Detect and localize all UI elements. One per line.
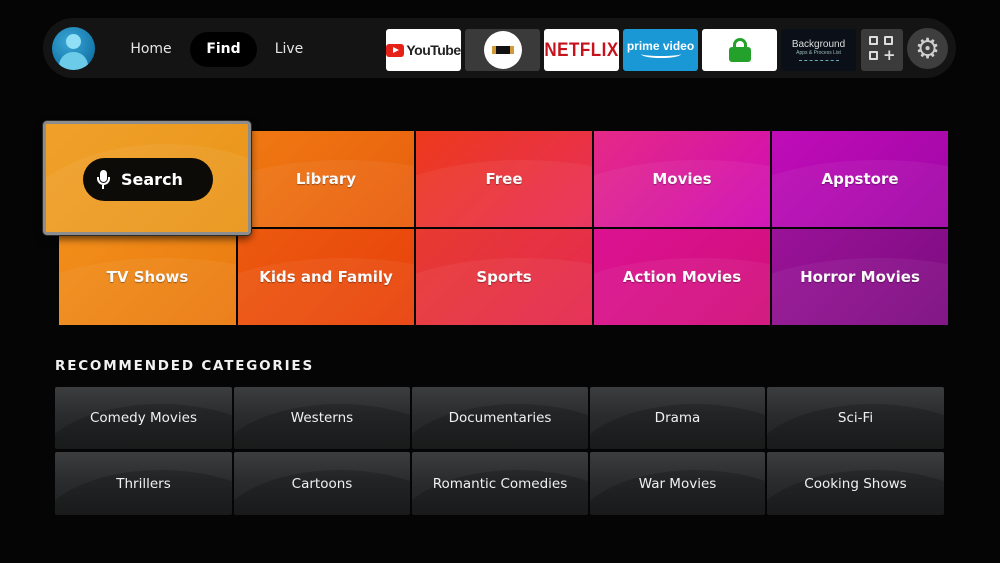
search-tile[interactable]: Search (43, 121, 251, 235)
top-nav-bar: Home Find Live YouTube NETFLIX prime vid… (43, 18, 956, 78)
category-sci-fi[interactable]: Sci-Fi (767, 387, 944, 449)
search-label: Search (121, 170, 183, 189)
category-label: Thrillers (116, 475, 171, 492)
youtube-logo: YouTube (386, 42, 461, 58)
category-label: Cooking Shows (804, 475, 907, 492)
app-netflix[interactable]: NETFLIX (544, 29, 619, 71)
app-vpn[interactable] (702, 29, 777, 71)
user-avatar-icon (66, 34, 81, 49)
user-avatar-body (59, 52, 88, 70)
category-label: Romantic Comedies (432, 475, 568, 492)
category-documentaries[interactable]: Documentaries (412, 387, 588, 449)
category-drama[interactable]: Drama (590, 387, 765, 449)
category-westerns[interactable]: Westerns (234, 387, 410, 449)
background-apps-subtitle: Apps & Process List (796, 50, 841, 56)
mic-arc (97, 176, 110, 185)
category-war-movies[interactable]: War Movies (590, 452, 765, 515)
category-label: Comedy Movies (90, 410, 197, 426)
category-label: War Movies (638, 475, 717, 492)
search-button[interactable]: Search (83, 158, 213, 201)
vpn-lock-icon (728, 38, 751, 62)
youtube-label: YouTube (406, 42, 461, 58)
microphone-icon (97, 169, 110, 190)
app-youtube[interactable]: YouTube (386, 29, 461, 71)
netflix-logo: NETFLIX (544, 38, 619, 61)
apps-grid-icon (884, 36, 893, 45)
tile-label: TV Shows (106, 268, 189, 286)
tile-movies[interactable]: Movies (594, 131, 770, 227)
app-prime-video[interactable]: prime video (623, 29, 698, 71)
mic-stem (102, 184, 104, 189)
prime-smile-icon (640, 50, 681, 58)
category-label: Sci-Fi (837, 410, 874, 426)
app-unknown-badge (491, 46, 514, 54)
tile-library[interactable]: Library (238, 131, 414, 227)
profile-avatar[interactable] (52, 27, 95, 70)
all-apps-button[interactable]: + (861, 29, 903, 71)
tile-label: Free (485, 170, 523, 188)
category-thrillers[interactable]: Thrillers (55, 452, 232, 515)
nav-tab-find[interactable]: Find (190, 32, 257, 67)
tile-appstore[interactable]: Appstore (772, 131, 948, 227)
tile-label: Movies (652, 170, 712, 188)
settings-button[interactable]: ⚙ (907, 28, 948, 69)
app-unknown-logo-icon (483, 31, 522, 69)
pulse-icon (798, 57, 839, 61)
category-label: Westerns (290, 410, 354, 426)
lock-body (728, 47, 751, 62)
category-comedy-movies[interactable]: Comedy Movies (55, 387, 232, 449)
tile-tv-shows[interactable]: TV Shows (59, 229, 236, 325)
category-cooking-shows[interactable]: Cooking Shows (767, 452, 944, 515)
tile-free[interactable]: Free (416, 131, 592, 227)
tile-horror-movies[interactable]: Horror Movies (772, 229, 948, 325)
category-cartoons[interactable]: Cartoons (234, 452, 410, 515)
plus-icon: + (883, 46, 896, 64)
tile-label: Sports (476, 268, 532, 286)
youtube-play-icon (386, 43, 405, 57)
app-unknown[interactable] (465, 29, 540, 71)
tile-sports[interactable]: Sports (416, 229, 592, 325)
tile-label: Library (295, 170, 357, 188)
apps-grid-icon (869, 51, 878, 60)
tile-label: Horror Movies (800, 268, 920, 286)
category-label: Drama (654, 410, 701, 426)
tile-label: Kids and Family (259, 268, 393, 286)
category-label: Cartoons (291, 475, 353, 492)
category-label: Documentaries (448, 410, 552, 426)
apps-grid-icon (869, 36, 878, 45)
tile-label: Action Movies (622, 268, 742, 286)
category-romantic-comedies[interactable]: Romantic Comedies (412, 452, 588, 515)
tile-action-movies[interactable]: Action Movies (594, 229, 770, 325)
tile-kids-and-family[interactable]: Kids and Family (238, 229, 414, 325)
nav-tab-home[interactable]: Home (121, 32, 181, 67)
background-apps-title: Background (791, 39, 846, 50)
nav-tab-live[interactable]: Live (263, 32, 315, 67)
gear-icon: ⚙ (914, 32, 941, 65)
recommended-categories-heading: RECOMMENDED CATEGORIES (55, 358, 314, 374)
app-background-apps[interactable]: Background Apps & Process List (781, 29, 856, 71)
tile-label: Appstore (821, 170, 899, 188)
